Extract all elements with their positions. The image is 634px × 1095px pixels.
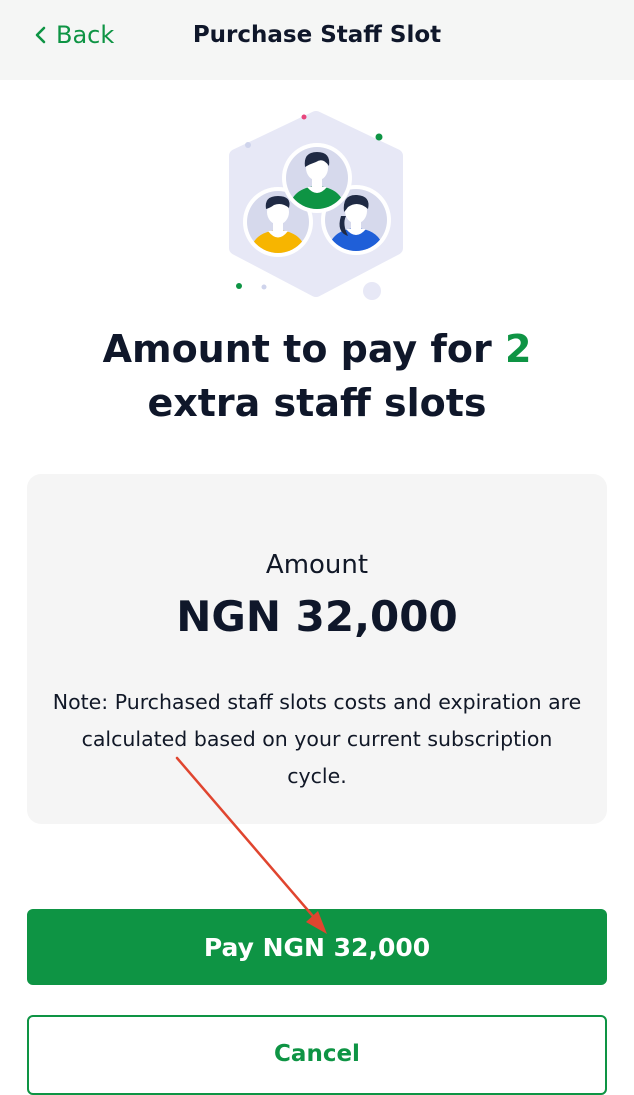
heading-suffix: extra staff slots <box>147 381 487 425</box>
top-bar: Back Purchase Staff Slot <box>0 0 634 80</box>
amount-card: Amount NGN 32,000 Note: Purchased staff … <box>27 474 607 824</box>
amount-heading: Amount to pay for 2 extra staff slots <box>40 322 594 430</box>
cancel-button[interactable]: Cancel <box>27 1015 607 1095</box>
heading-prefix: Amount to pay for <box>102 327 505 371</box>
subscription-note: Note: Purchased staff slots costs and ex… <box>52 690 582 788</box>
amount-value: NGN 32,000 <box>176 592 458 641</box>
amount-label: Amount <box>265 550 369 580</box>
staff-group-illustration <box>229 111 403 300</box>
slot-count: 2 <box>504 327 532 371</box>
staff-avatar-top <box>282 143 352 213</box>
pay-button[interactable]: Pay NGN 32,000 <box>27 909 607 985</box>
page-title: Purchase Staff Slot <box>192 22 442 48</box>
